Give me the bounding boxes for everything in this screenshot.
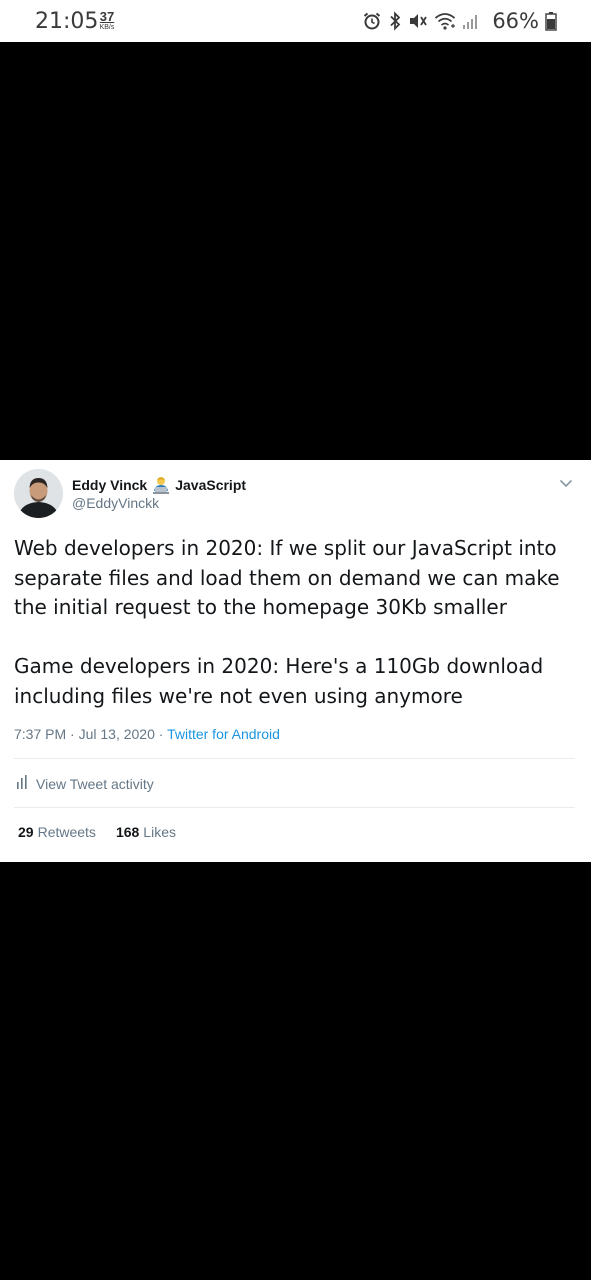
tweet-text-paragraph-2: Game developers in 2020: Here's a 110Gb …: [14, 654, 544, 708]
battery-icon: [545, 11, 557, 31]
tweet-text-paragraph-1: Web developers in 2020: If we split our …: [14, 536, 560, 619]
tweet-meta: 7:37 PM · Jul 13, 2020 · Twitter for And…: [14, 726, 280, 742]
network-speed-unit: KB/s: [99, 24, 115, 31]
technologist-emoji-icon: [151, 475, 171, 495]
chevron-down-icon[interactable]: [557, 474, 575, 492]
tweet-timestamp[interactable]: 7:37 PM · Jul 13, 2020 ·: [14, 726, 167, 742]
video-letterbox-top: [0, 42, 591, 460]
view-tweet-activity-button[interactable]: View Tweet activity: [16, 774, 154, 793]
status-time: 21:05: [35, 9, 99, 34]
avatar[interactable]: [14, 469, 63, 518]
tweet-card: Eddy Vinck JavaScript @EddyVinckk Web de…: [0, 460, 591, 862]
retweets-label: Retweets: [37, 824, 96, 840]
alarm-icon: [362, 11, 382, 31]
author-handle[interactable]: @EddyVinckk: [72, 495, 159, 511]
bluetooth-icon: [388, 11, 402, 31]
divider: [14, 807, 575, 808]
video-letterbox-bottom: [0, 862, 591, 1280]
divider: [14, 758, 575, 759]
author-name-suffix: JavaScript: [175, 477, 247, 493]
status-icons: 66%: [362, 8, 557, 34]
author-name: Eddy Vinck: [72, 477, 148, 493]
likes-count: 168: [115, 824, 140, 840]
likes-label: Likes: [143, 824, 176, 840]
tweet-source-link[interactable]: Twitter for Android: [167, 726, 280, 742]
mute-icon: [408, 11, 428, 31]
retweets-stat[interactable]: 29 Retweets: [18, 824, 96, 840]
signal-icon: [462, 11, 480, 31]
wifi-icon: [434, 11, 456, 31]
retweets-count: 29: [18, 824, 34, 840]
status-bar: 21:05 37 KB/s 66%: [0, 0, 591, 42]
likes-stat[interactable]: 168 Likes: [116, 824, 176, 840]
view-tweet-activity-label: View Tweet activity: [36, 775, 154, 792]
tweet-text: Web developers in 2020: If we split our …: [14, 534, 579, 711]
network-speed-value: 37: [99, 9, 115, 24]
tweet-stats: 29 Retweets 168 Likes: [18, 824, 176, 840]
battery-percent: 66%: [492, 9, 539, 33]
bar-chart-icon: [16, 774, 28, 793]
network-speed: 37 KB/s: [96, 10, 118, 31]
author-display-name[interactable]: Eddy Vinck JavaScript: [72, 475, 246, 495]
